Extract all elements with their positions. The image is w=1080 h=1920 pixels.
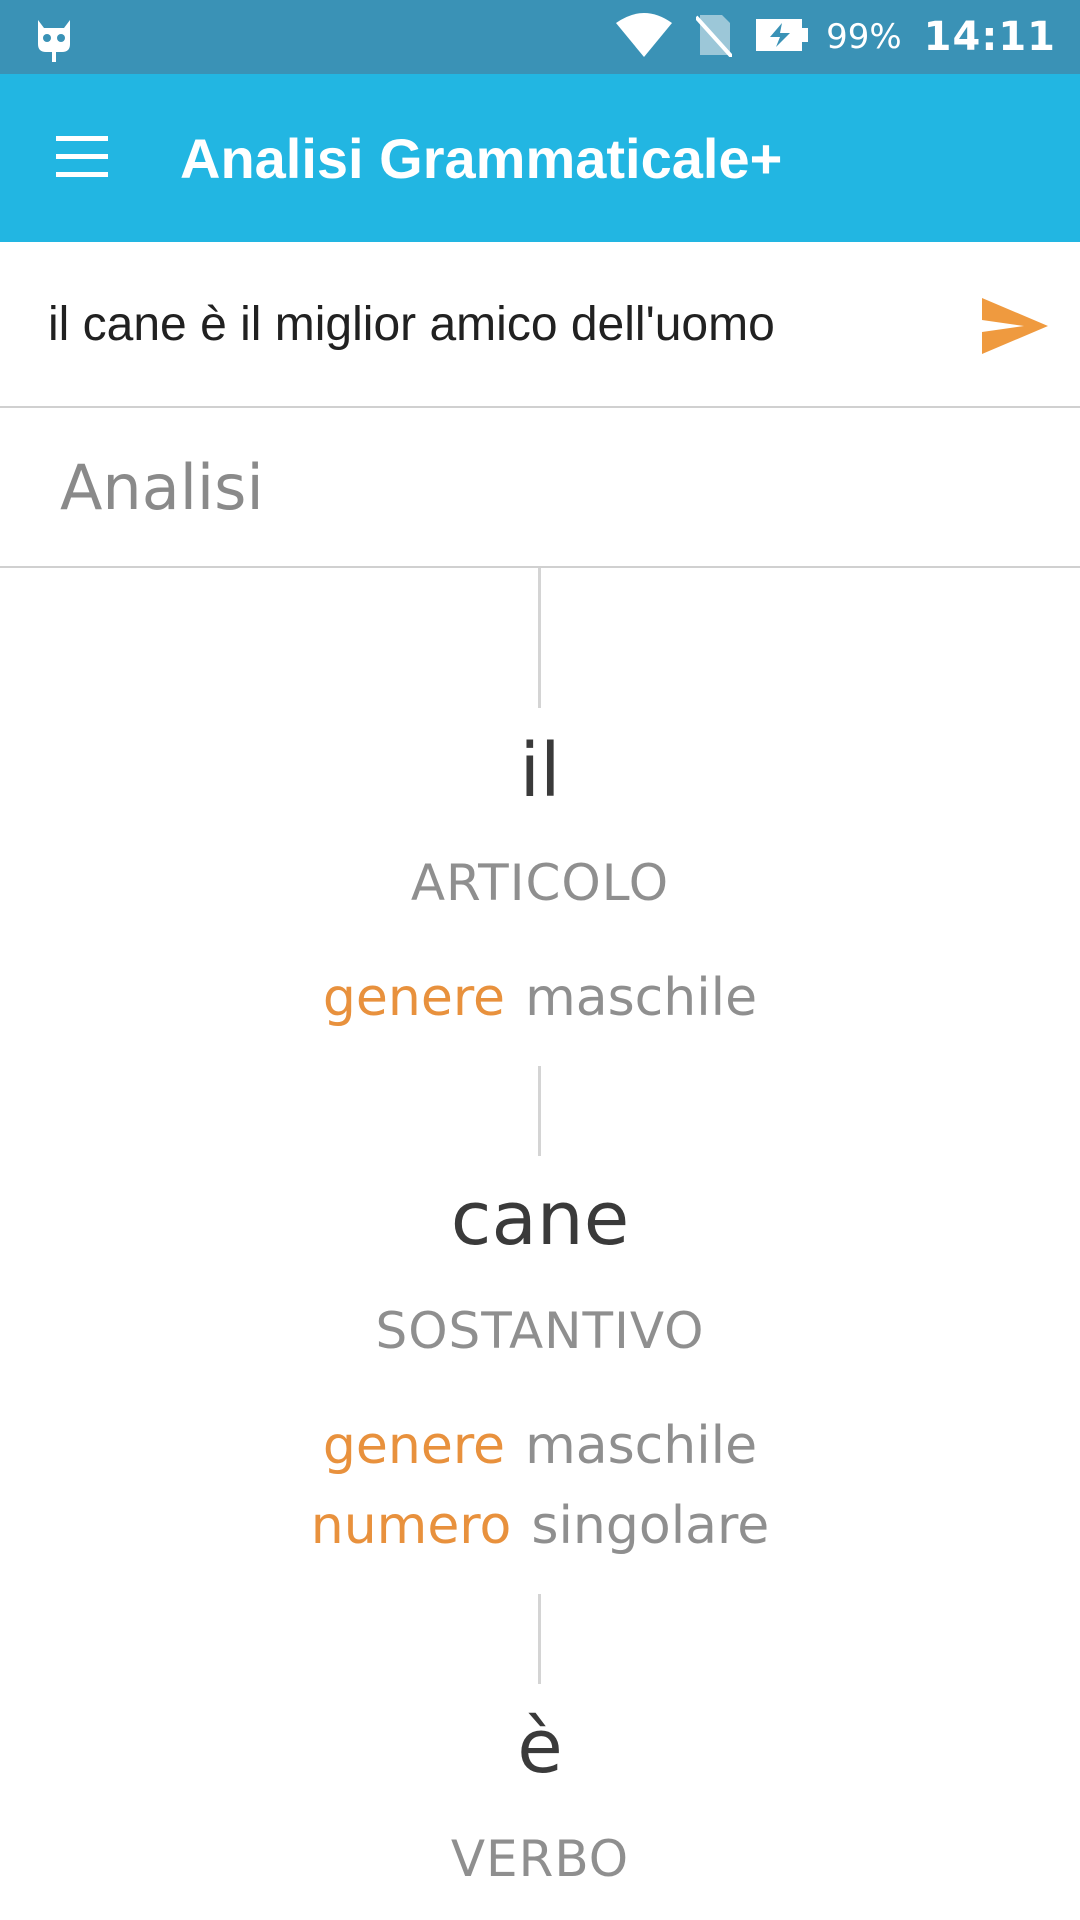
analysis-part-of-speech: ARTICOLO	[410, 854, 670, 912]
analysis-part-of-speech: VERBO	[450, 1830, 630, 1888]
connector-line	[538, 1594, 541, 1684]
analysis-attribute: genere maschile	[0, 1416, 1080, 1476]
sentence-input-row	[0, 242, 1080, 408]
connector-line	[538, 1066, 541, 1156]
wifi-icon	[616, 13, 673, 61]
analysis-word: cane	[450, 1176, 630, 1262]
analysis-word: il	[519, 728, 561, 814]
app-title: Analisi Grammaticale+	[180, 126, 783, 190]
analysis-list: il ARTICOLO genere maschile cane SOSTANTI…	[0, 568, 1080, 1920]
analysis-word: è	[517, 1704, 563, 1790]
attribute-key: genere	[322, 968, 506, 1028]
attribute-value: singolare	[531, 1496, 770, 1556]
analysis-section-header: Analisi	[0, 408, 1080, 568]
attribute-key: genere	[322, 1416, 506, 1476]
battery-percentage: 99%	[826, 17, 902, 57]
status-icons: 99% 14:11	[592, 0, 1056, 74]
section-title: Analisi	[60, 450, 264, 524]
no-sim-icon	[694, 13, 734, 61]
sentence-input[interactable]	[48, 282, 948, 366]
status-clock: 14:11	[923, 14, 1056, 60]
hamburger-menu-icon[interactable]	[52, 136, 112, 180]
attribute-value: maschile	[525, 1416, 758, 1476]
connector-line	[538, 568, 541, 708]
app-bar: Analisi Grammaticale+	[0, 74, 1080, 242]
battery-charging-icon	[756, 15, 809, 59]
status-bar: 99% 14:11	[0, 0, 1080, 74]
analysis-part-of-speech: SOSTANTIVO	[375, 1302, 705, 1360]
attribute-value: maschile	[525, 968, 758, 1028]
cyanogen-bot-icon	[32, 14, 76, 62]
attribute-key: numero	[310, 1496, 512, 1556]
send-icon[interactable]	[980, 294, 1050, 358]
analysis-attribute: genere maschile	[0, 968, 1080, 1028]
analysis-attribute: numero singolare	[0, 1496, 1080, 1556]
